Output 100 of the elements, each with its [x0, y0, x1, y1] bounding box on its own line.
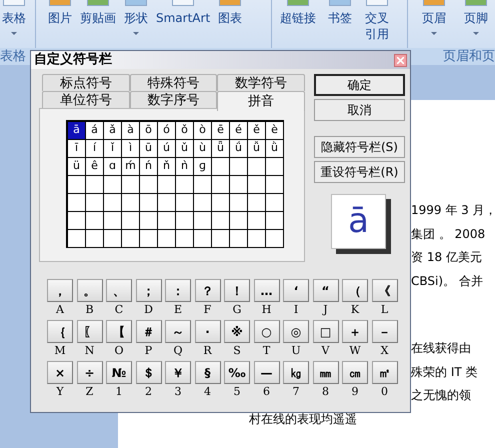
ribbon-button[interactable]: SmartArt [156, 0, 210, 26]
grid-cell[interactable] [158, 230, 176, 248]
grid-cell[interactable] [248, 194, 266, 212]
grid-cell[interactable] [248, 158, 266, 176]
symbol-key[interactable]: ＋ [342, 320, 368, 343]
grid-cell[interactable] [248, 176, 266, 194]
grid-cell[interactable] [212, 176, 230, 194]
grid-cell[interactable] [68, 212, 86, 230]
tab[interactable]: 特殊符号 [130, 74, 218, 91]
grid-cell[interactable] [86, 176, 104, 194]
ribbon-button[interactable]: 交叉引用 [364, 0, 390, 42]
grid-cell[interactable] [248, 212, 266, 230]
symbol-key[interactable]: ÷ [76, 361, 102, 384]
symbol-cell[interactable]: ú [158, 140, 176, 158]
symbol-cell[interactable]: ì [122, 140, 140, 158]
grid-cell[interactable] [158, 194, 176, 212]
symbol-cell[interactable]: è [266, 122, 284, 140]
grid-cell[interactable] [104, 194, 122, 212]
symbol-key[interactable]: ＄ [136, 361, 162, 384]
symbol-key[interactable]: — [254, 361, 280, 384]
grid-cell[interactable] [266, 176, 284, 194]
grid-cell[interactable] [140, 194, 158, 212]
symbol-key[interactable]: “ [312, 279, 338, 302]
symbol-cell[interactable]: ɑ [104, 158, 122, 176]
grid-cell[interactable] [230, 176, 248, 194]
grid-cell[interactable] [104, 176, 122, 194]
grid-cell[interactable] [266, 212, 284, 230]
symbol-key[interactable]: ￥ [165, 361, 191, 384]
symbol-key[interactable]: 、 [106, 279, 132, 302]
ribbon-button[interactable]: 超链接 [280, 0, 316, 26]
symbol-key[interactable]: 〖 [76, 320, 102, 343]
symbol-cell[interactable]: ń [140, 158, 158, 176]
ribbon-button[interactable]: 形状 [124, 0, 148, 35]
grid-cell[interactable] [230, 194, 248, 212]
symbol-cell[interactable]: à [122, 122, 140, 140]
ribbon-button[interactable]: 页脚 [464, 0, 488, 35]
grid-cell[interactable] [140, 176, 158, 194]
grid-cell[interactable] [86, 194, 104, 212]
symbol-key[interactable]: · [194, 320, 220, 343]
grid-cell[interactable] [266, 230, 284, 248]
grid-cell[interactable] [266, 194, 284, 212]
grid-cell[interactable] [140, 230, 158, 248]
symbol-key[interactable]: ＃ [136, 320, 162, 343]
grid-cell[interactable] [104, 212, 122, 230]
symbol-cell[interactable]: ü [68, 158, 86, 176]
symbol-key[interactable]: § [194, 361, 220, 384]
symbol-key[interactable]: ㎡ [372, 361, 398, 384]
ribbon-button[interactable]: 书签 [328, 0, 352, 26]
grid-cell[interactable] [230, 158, 248, 176]
grid-cell[interactable] [194, 230, 212, 248]
symbol-key[interactable]: 《 [372, 279, 398, 302]
symbol-key[interactable]: ～ [165, 320, 191, 343]
grid-cell[interactable] [104, 230, 122, 248]
ribbon-button[interactable]: 表格 [2, 0, 26, 35]
grid-cell[interactable] [194, 212, 212, 230]
symbol-cell[interactable]: ē [212, 122, 230, 140]
symbol-cell[interactable]: ǜ [266, 140, 284, 158]
grid-cell[interactable] [122, 212, 140, 230]
grid-cell[interactable] [176, 230, 194, 248]
grid-cell[interactable] [86, 212, 104, 230]
symbol-cell[interactable]: ǹ [176, 158, 194, 176]
symbol-key[interactable]: 【 [106, 320, 132, 343]
grid-cell[interactable] [68, 230, 86, 248]
tab[interactable]: 标点符号 [42, 74, 130, 91]
grid-cell[interactable] [194, 176, 212, 194]
grid-cell[interactable] [212, 230, 230, 248]
grid-cell[interactable] [68, 194, 86, 212]
symbol-cell[interactable]: ǒ [176, 122, 194, 140]
symbol-cell[interactable]: ǐ [104, 140, 122, 158]
grid-cell[interactable] [158, 212, 176, 230]
grid-cell[interactable] [248, 230, 266, 248]
ribbon-button[interactable]: 图表 [218, 0, 242, 26]
grid-cell[interactable] [122, 230, 140, 248]
symbol-cell[interactable]: ǔ [176, 140, 194, 158]
symbol-cell[interactable]: ǖ [212, 140, 230, 158]
grid-cell[interactable] [266, 158, 284, 176]
symbol-cell[interactable]: ù [194, 140, 212, 158]
symbol-key[interactable]: □ [312, 320, 338, 343]
toolbar-button[interactable]: 隐藏符号栏(S) [314, 136, 405, 158]
symbol-cell[interactable]: ḿ [122, 158, 140, 176]
symbol-cell[interactable]: ě [248, 122, 266, 140]
cancel-button[interactable]: 取消 [314, 99, 405, 121]
grid-cell[interactable] [176, 212, 194, 230]
symbol-key[interactable]: ㎜ [312, 361, 338, 384]
symbol-key[interactable]: ｛ [47, 320, 73, 343]
symbol-cell[interactable]: ū [140, 140, 158, 158]
symbol-key[interactable]: ◎ [283, 320, 309, 343]
grid-cell[interactable] [212, 212, 230, 230]
ribbon-button[interactable]: 剪贴画 [80, 0, 116, 26]
grid-cell[interactable] [68, 176, 86, 194]
ribbon-button[interactable]: 页眉 [422, 0, 446, 35]
grid-cell[interactable] [194, 194, 212, 212]
symbol-cell[interactable]: ǚ [248, 140, 266, 158]
tab[interactable]: 单位符号 [42, 91, 130, 108]
symbol-cell[interactable]: ā [68, 122, 86, 140]
tab[interactable]: 数学符号 [217, 74, 306, 91]
symbol-key[interactable]: ； [136, 279, 162, 302]
symbol-cell[interactable]: ò [194, 122, 212, 140]
symbol-key[interactable]: 。 [76, 279, 102, 302]
close-button[interactable] [394, 54, 407, 66]
